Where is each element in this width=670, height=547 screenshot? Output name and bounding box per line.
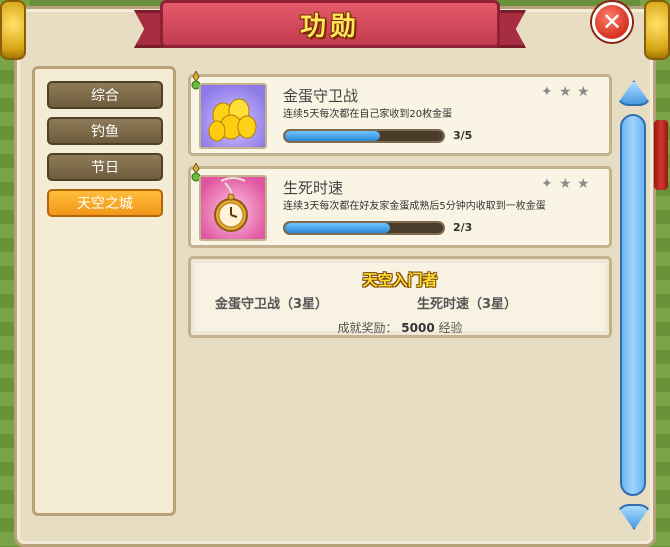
pocket-watch-icon [199,175,267,241]
scroll-up-button[interactable] [616,80,652,106]
achievement-list: 金蛋守卫战 连续5天每次都在自己家收到20枚金蛋 ✦ ★ ★ 3/5 生死时速 … [182,66,616,516]
progress-text: 3/5 [453,129,473,142]
category-sidebar: 综合 钓鱼 节日 天空之城 [32,66,176,516]
tassel-decoration [654,120,668,190]
tab-general[interactable]: 综合 [47,81,163,109]
golden-eggs-icon [199,83,267,149]
star-icon: ★ [559,176,572,192]
summary-inner: 天空入门者 金蛋守卫战（3星） 生死时速（3星） 成就奖励： 5000 经验 [195,263,605,335]
progress-bar [283,221,445,235]
star-icon: ★ [577,84,590,100]
tab-festival[interactable]: 节日 [47,153,163,181]
star-icon: ✦ [541,176,553,192]
achievement-card[interactable]: 金蛋守卫战 连续5天每次都在自己家收到20枚金蛋 ✦ ★ ★ 3/5 [188,71,612,156]
page-title: 功勋 [299,11,360,42]
tab-fishing[interactable]: 钓鱼 [47,117,163,145]
close-icon: ✕ [601,8,623,36]
tab-label: 综合 [91,88,119,104]
star-rating: ✦ ★ ★ [541,85,591,99]
tab-sky-city[interactable]: 天空之城 [47,189,163,217]
requirement-1: 金蛋守卫战（3星） [215,297,329,312]
title-reward-card: 天空入门者 金蛋守卫战（3星） 生死时速（3星） 成就奖励： 5000 经验 [188,256,612,338]
scroll-down-button[interactable] [616,504,652,530]
reward-label: 成就奖励： [337,321,398,335]
close-button[interactable]: ✕ [592,2,632,42]
title-banner: 功勋 [160,0,500,48]
scroll-track[interactable] [620,114,646,496]
star-icon: ★ [577,176,590,192]
progress-text: 2/3 [453,221,473,234]
scrollbar[interactable] [612,80,654,530]
reward-amount: 5000 [401,321,435,335]
earned-title: 天空入门者 [362,271,438,289]
requirement-2: 生死时速（3星） [417,297,518,312]
progress-bar [283,129,445,143]
progress-fill [285,223,391,233]
scroll-rod-left [0,0,26,60]
tab-label: 天空之城 [77,196,133,212]
reward-unit: 经验 [438,321,463,335]
achievement-description: 连续3天每次都在好友家金蛋成熟后5分钟内收取到一枚金蛋 [283,201,546,212]
progress-fill [285,131,380,141]
achievement-name: 金蛋守卫战 [283,87,359,105]
achievement-card[interactable]: 生死时速 连续3天每次都在好友家金蛋成熟后5分钟内收取到一枚金蛋 ✦ ★ ★ 2… [188,163,612,248]
achievement-name: 生死时速 [283,179,344,197]
tab-label: 节日 [91,160,119,176]
star-icon: ★ [559,84,572,100]
reward-line: 成就奖励： 5000 经验 [195,319,605,336]
star-rating: ✦ ★ ★ [541,177,591,191]
achievement-description: 连续5天每次都在自己家收到20枚金蛋 [283,109,453,120]
scroll-rod-right [644,0,670,60]
tab-label: 钓鱼 [91,124,119,140]
star-icon: ✦ [541,84,553,100]
